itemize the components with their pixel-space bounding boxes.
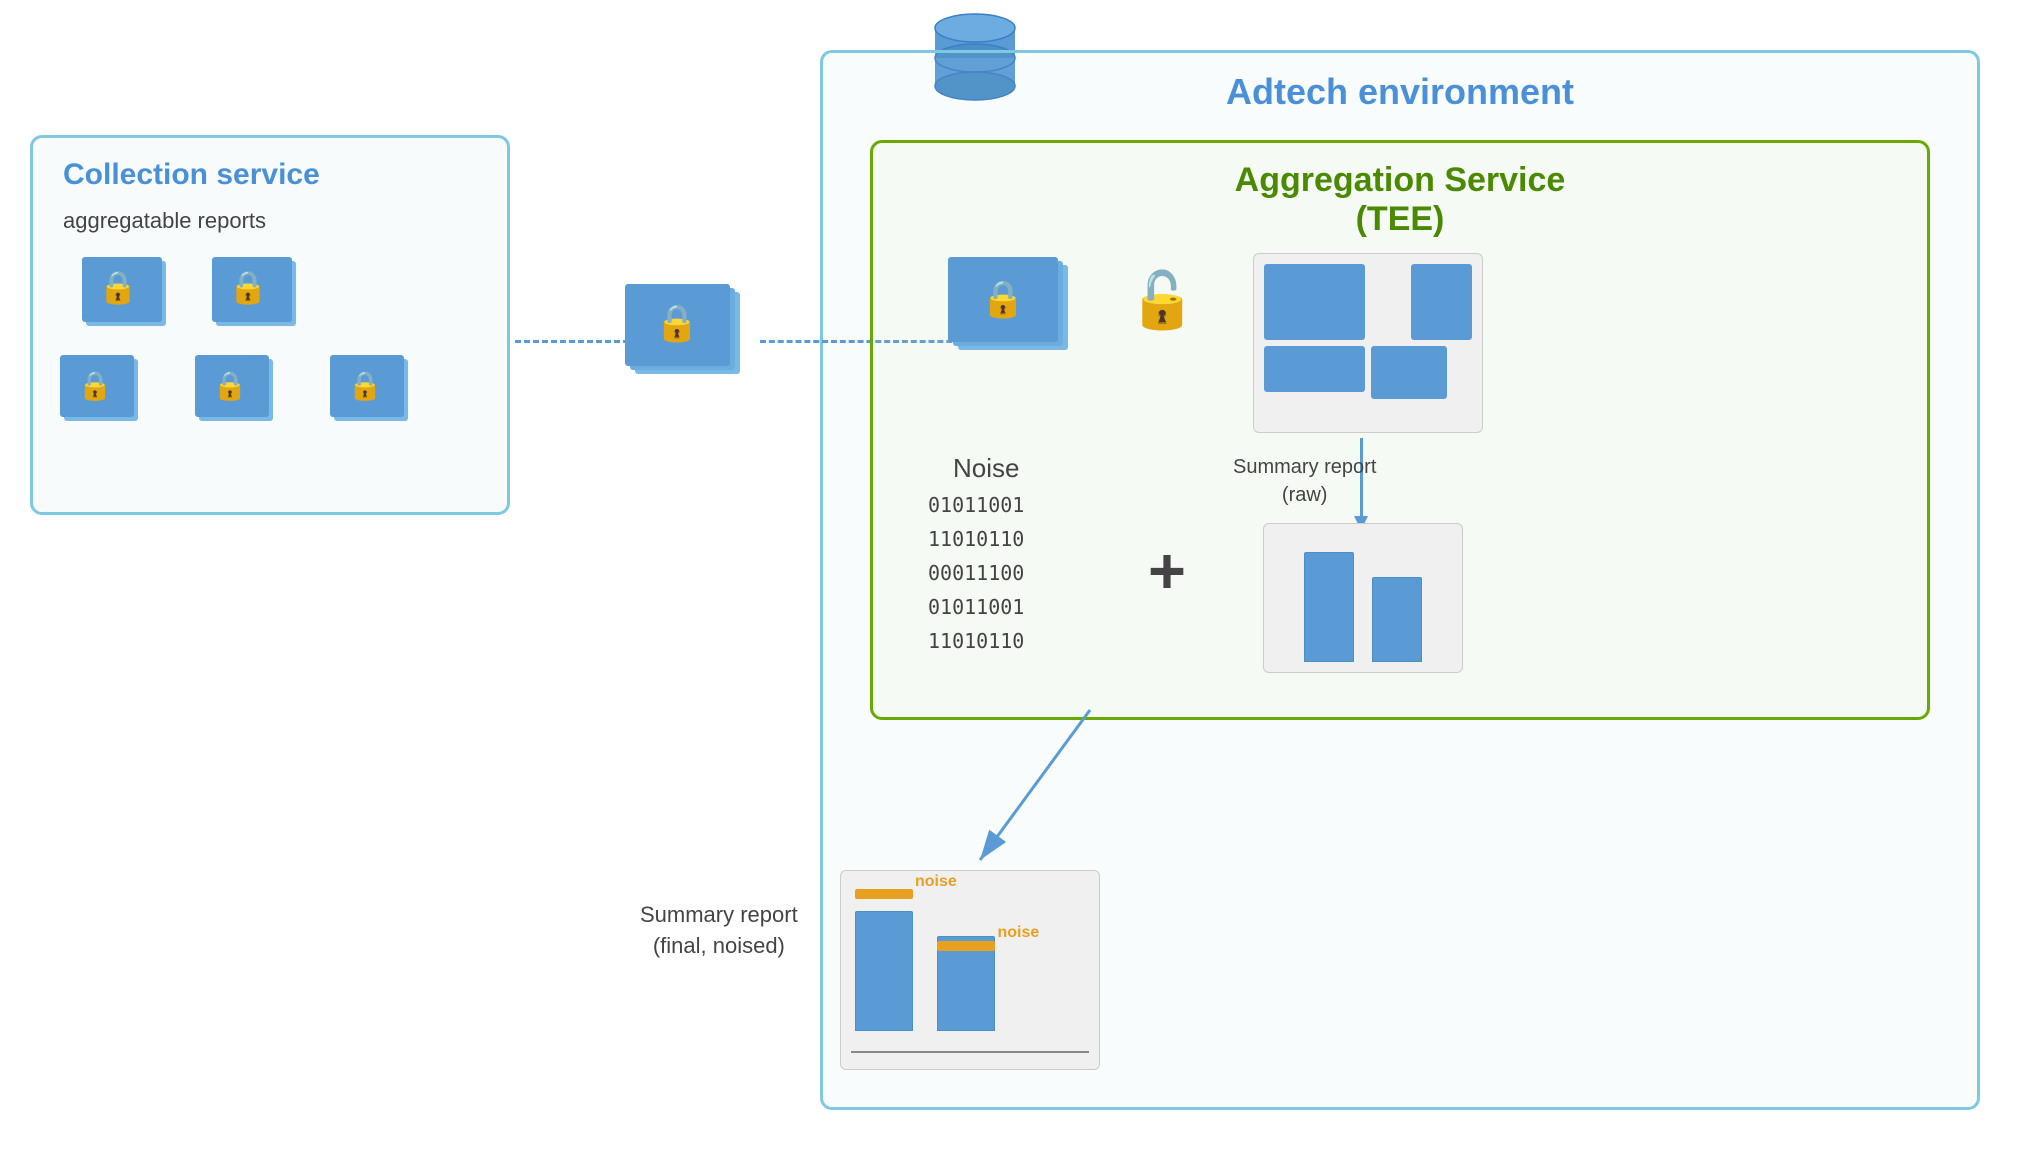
svg-text:🔒: 🔒 — [213, 370, 248, 402]
noise-binary: 0101100111010110000111000101100111010110 — [928, 488, 1024, 658]
doc-stack-5: 🔒 — [328, 353, 418, 448]
doc-stack-2: 🔒 — [208, 253, 308, 348]
summary-report-raw-label: Summary report (raw) — [1233, 453, 1376, 509]
doc-stack-4: 🔒 — [193, 353, 283, 448]
aggregation-output-card — [1253, 253, 1483, 433]
noise-label: Noise — [953, 453, 1019, 484]
svg-text:🔒: 🔒 — [981, 278, 1026, 319]
noise-label-1: noise — [915, 873, 957, 891]
summary-report-raw-card — [1263, 523, 1463, 673]
svg-text:🔒: 🔒 — [655, 302, 700, 343]
aggregation-service-label: Aggregation Service (TEE) — [1235, 161, 1566, 239]
svg-text:🔒: 🔒 — [78, 370, 113, 402]
noise-bar-1 — [855, 889, 913, 899]
final-summary-card: noise noise — [840, 870, 1100, 1070]
diagram: Adtech environment Collection service ag… — [0, 0, 2032, 1160]
doc-stack-1: 🔒 — [78, 253, 178, 348]
collection-service-label: Collection service — [63, 158, 320, 192]
svg-text:🔒: 🔒 — [98, 269, 138, 305]
plus-sign: + — [1148, 533, 1186, 608]
collection-sublabel: aggregatable reports — [63, 208, 266, 234]
aggregation-service-box: Aggregation Service (TEE) 🔒 🔓 — [870, 140, 1930, 720]
adtech-label: Adtech environment — [1226, 71, 1574, 113]
noise-label-2: noise — [997, 924, 1039, 942]
aggregation-doc-stack: 🔒 — [943, 253, 1093, 388]
doc-stack-3: 🔒 — [58, 353, 148, 448]
middle-batch: 🔒 — [620, 280, 760, 415]
summary-report-final-label: Summary report (final, noised) — [640, 900, 798, 962]
unlock-icon: 🔓 — [1128, 268, 1196, 333]
collection-service-box: Collection service aggregatable reports … — [30, 135, 510, 515]
svg-text:🔒: 🔒 — [228, 269, 268, 305]
svg-text:🔒: 🔒 — [348, 370, 383, 402]
noise-bar-2 — [937, 941, 995, 951]
